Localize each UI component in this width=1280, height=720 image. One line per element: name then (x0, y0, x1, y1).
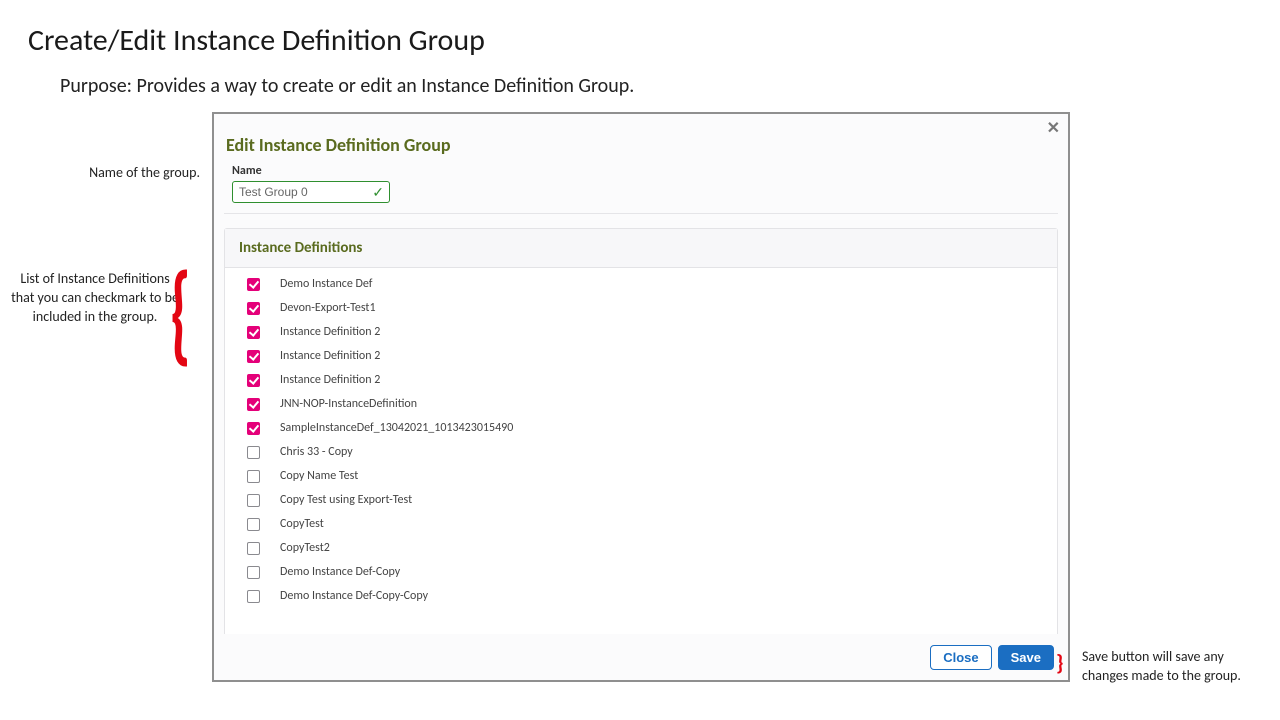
checkbox[interactable] (247, 302, 260, 315)
list-item-label: CopyTest2 (280, 541, 1057, 555)
list-item-label: Demo Instance Def-Copy-Copy (280, 589, 1057, 603)
list-item: Copy Name Test (225, 464, 1057, 488)
list-item: Chris 33 - Copy (225, 440, 1057, 464)
documentation-page: Create/Edit Instance Definition Group Pu… (0, 0, 1280, 720)
name-input-wrap: ✓ (232, 181, 390, 203)
checkbox[interactable] (247, 542, 260, 555)
name-field-block: Name ✓ (224, 164, 1058, 214)
list-item: Instance Definition 2 (225, 368, 1057, 392)
group-name-input[interactable] (232, 181, 390, 203)
save-button[interactable]: Save (998, 645, 1054, 670)
list-item: Instance Definition 2 (225, 344, 1057, 368)
list-item-label: CopyTest (280, 517, 1057, 531)
annotation-list: List of Instance Definitions that you ca… (10, 270, 180, 327)
checkbox[interactable] (247, 470, 260, 483)
list-item-label: Copy Name Test (280, 469, 1057, 483)
list-item-label: Chris 33 - Copy (280, 445, 1057, 459)
list-item: Demo Instance Def-Copy-Copy (225, 584, 1057, 608)
checkbox[interactable] (247, 446, 260, 459)
checkbox[interactable] (247, 374, 260, 387)
page-title: Create/Edit Instance Definition Group (28, 22, 485, 59)
list-item: SampleInstanceDef_13042021_1013423015490 (225, 416, 1057, 440)
checkbox[interactable] (247, 494, 260, 507)
list-item-label: SampleInstanceDef_13042021_1013423015490 (280, 421, 1057, 435)
list-item-label: Copy Test using Export-Test (280, 493, 1057, 507)
instance-definitions-panel: Instance Definitions Demo Instance DefDe… (224, 228, 1058, 634)
list-item: Copy Test using Export-Test (225, 488, 1057, 512)
close-button[interactable]: Close (930, 645, 991, 670)
name-label: Name (232, 164, 1050, 178)
list-item: Demo Instance Def-Copy (225, 560, 1057, 584)
page-purpose: Purpose: Provides a way to create or edi… (60, 74, 634, 98)
list-item: CopyTest (225, 512, 1057, 536)
section-title: Instance Definitions (225, 229, 1057, 268)
list-item: Devon-Export-Test1 (225, 296, 1057, 320)
checkbox[interactable] (247, 398, 260, 411)
list-item-label: Instance Definition 2 (280, 373, 1057, 387)
list-item: Demo Instance Def (225, 272, 1057, 296)
list-item: CopyTest2 (225, 536, 1057, 560)
list-item-label: JNN-NOP-InstanceDefinition (280, 397, 1057, 411)
annotation-save: Save button will save any changes made t… (1082, 648, 1272, 686)
brace-icon: { (170, 258, 191, 368)
dialog-footer: Close Save (930, 645, 1054, 670)
checkbox[interactable] (247, 566, 260, 579)
checkbox[interactable] (247, 590, 260, 603)
checkbox[interactable] (247, 326, 260, 339)
checkbox[interactable] (247, 518, 260, 531)
list-item-label: Instance Definition 2 (280, 325, 1057, 339)
checkbox[interactable] (247, 350, 260, 363)
edit-group-dialog: ✕ Edit Instance Definition Group Name ✓ … (212, 112, 1070, 682)
list-item: JNN-NOP-InstanceDefinition (225, 392, 1057, 416)
dialog-title: Edit Instance Definition Group (224, 128, 1058, 164)
list-item-label: Demo Instance Def (280, 277, 1057, 291)
checkbox[interactable] (247, 422, 260, 435)
list-item-label: Demo Instance Def-Copy (280, 565, 1057, 579)
instance-definitions-list[interactable]: Demo Instance Def Devon-Export-Test1 Insta… (225, 268, 1057, 634)
brace-icon: } (1056, 652, 1064, 674)
checkbox[interactable] (247, 278, 260, 291)
annotation-name: Name of the group. (0, 164, 200, 183)
list-item-label: Devon-Export-Test1 (280, 301, 1057, 315)
list-item-label: Instance Definition 2 (280, 349, 1057, 363)
list-item: Instance Definition 2 (225, 320, 1057, 344)
dialog-body: Edit Instance Definition Group Name ✓ In… (224, 128, 1058, 634)
